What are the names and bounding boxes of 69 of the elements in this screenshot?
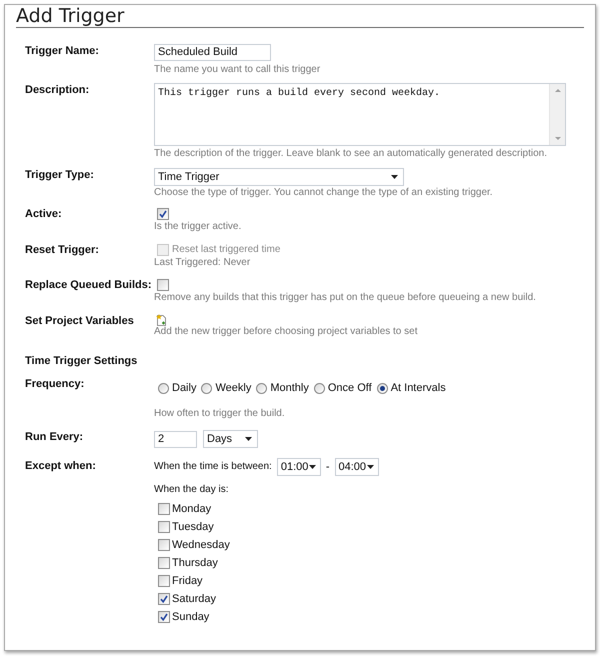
scroll-up-icon <box>554 89 560 92</box>
new-page-icon[interactable] <box>156 314 167 326</box>
section-heading: Time Trigger Settings <box>25 355 138 368</box>
field-label: Trigger Type: <box>25 169 94 181</box>
radio-label: At Intervals <box>390 382 446 394</box>
field-label: Except when: <box>25 460 96 472</box>
checkbox-label: Friday <box>172 574 203 588</box>
caret-icon <box>391 175 398 179</box>
field-label: When the time is between: <box>154 461 272 473</box>
radio-button[interactable] <box>256 382 268 394</box>
checkbox-label: Monday <box>172 502 212 516</box>
hint-text: Is the trigger active. <box>154 221 242 233</box>
checkbox[interactable] <box>158 557 170 569</box>
field-label: Reset Trigger: <box>25 244 99 256</box>
checkbox-label: Sunday <box>172 610 210 624</box>
scrollbar[interactable] <box>549 84 565 145</box>
checkbox-label: Tuesday <box>172 520 214 534</box>
radio-button[interactable] <box>158 382 169 394</box>
field-label: Description: <box>25 84 90 96</box>
checkbox[interactable] <box>158 593 170 605</box>
time-dropdown[interactable]: 01:00 <box>276 458 321 476</box>
hint-text: Add the new trigger before choosing project variables to set <box>154 326 418 338</box>
field-label: Frequency: <box>25 378 84 390</box>
checkmark-icon <box>160 595 168 603</box>
checkbox[interactable] <box>158 575 170 587</box>
field-label: Active: <box>25 208 62 220</box>
dropdown[interactable]: Days <box>203 430 258 448</box>
checkbox-label: Thursday <box>172 556 218 570</box>
caret-icon <box>245 437 252 441</box>
hint-text: Last Triggered: Never <box>154 257 252 269</box>
caret-icon <box>308 465 316 469</box>
radio-label: Weekly <box>215 382 252 394</box>
field-label: When the day is: <box>154 484 228 496</box>
hint-text: Choose the type of trigger. You cannot change the type of an existing trigger. <box>154 187 493 199</box>
checkmark-icon <box>160 613 168 621</box>
radio-label: Once Off <box>328 382 372 394</box>
time-dropdown[interactable]: 04:00 <box>334 458 379 476</box>
field-label: Trigger Name: <box>25 45 99 57</box>
checkbox-label: Saturday <box>172 592 216 606</box>
separator-text: - <box>326 460 330 475</box>
caret-icon <box>366 465 374 469</box>
hint-text: The name you want to call this trigger <box>154 64 320 76</box>
radio-button[interactable] <box>314 382 325 394</box>
dropdown[interactable]: Time Trigger <box>154 168 404 186</box>
text-input[interactable]: Scheduled Build <box>154 44 271 61</box>
checkbox[interactable] <box>157 208 169 220</box>
field-label: Run Every: <box>25 431 84 443</box>
hint-text: The description of the trigger. Leave blank to see an automatically generated description. <box>154 148 548 160</box>
checkbox[interactable] <box>158 503 170 515</box>
checkbox[interactable] <box>158 539 170 551</box>
checkbox[interactable] <box>158 521 170 533</box>
checkbox[interactable] <box>158 611 170 623</box>
radio-label: Daily <box>172 382 196 394</box>
checkbox[interactable] <box>157 279 169 291</box>
radio-dot-icon <box>380 386 385 390</box>
checkmark-icon <box>159 210 167 218</box>
radio-button[interactable] <box>376 382 388 394</box>
hint-text: Remove any builds that this trigger has put on the queue before queueing a new build. <box>154 292 536 304</box>
field-label: Replace Queued Builds: <box>25 279 152 291</box>
checkbox-label: Reset last triggered time <box>172 244 280 256</box>
scroll-down-icon <box>554 137 560 140</box>
radio-label: Monthly <box>270 382 309 394</box>
hint-text: How often to trigger the build. <box>154 408 285 420</box>
radio-button[interactable] <box>201 382 212 394</box>
textarea[interactable]: This trigger runs a build every second weekday. <box>154 83 566 146</box>
page-title: Add Trigger <box>16 5 124 27</box>
field-label: Set Project Variables <box>25 315 134 327</box>
checkbox-label: Wednesday <box>172 538 230 552</box>
number-input[interactable]: 2 <box>154 430 197 448</box>
